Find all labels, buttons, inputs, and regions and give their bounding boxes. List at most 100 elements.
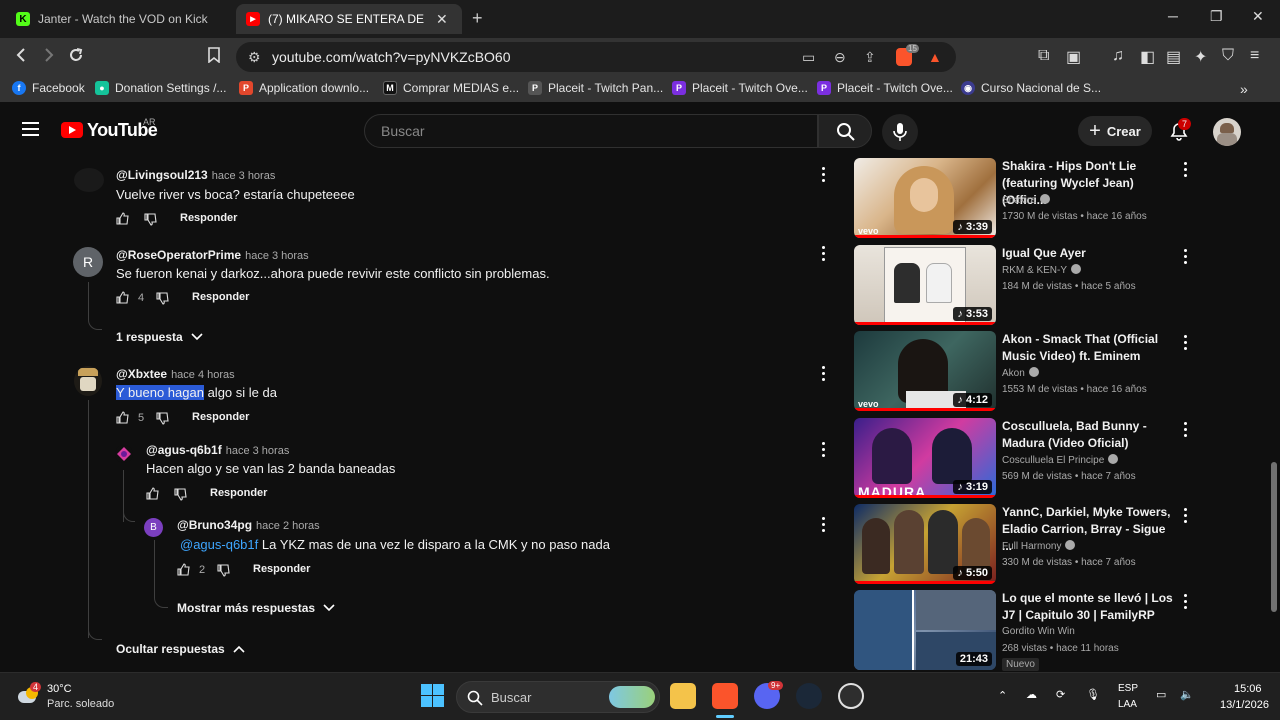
share-icon[interactable]: ⇪ <box>864 49 876 66</box>
comment-menu-icon[interactable] <box>822 167 826 183</box>
reply-author[interactable]: @agus-q6b1f hace 3 horas <box>146 443 289 457</box>
dislike-icon[interactable] <box>174 488 187 501</box>
language-indicator[interactable]: ESP <box>1118 683 1138 694</box>
media-icon[interactable]: ♫ <box>1112 47 1124 65</box>
tab-kick[interactable]: K Janter - Watch the VOD on Kick <box>6 4 232 34</box>
leo-ai-icon[interactable]: ✦ <box>1194 47 1207 67</box>
minimize-icon[interactable]: ─ <box>1168 8 1178 24</box>
wallet-icon[interactable]: ▤ <box>1166 47 1181 67</box>
close-window-icon[interactable]: ✕ <box>1252 8 1264 25</box>
weather-desc[interactable]: Parc. soleado <box>47 698 114 710</box>
microphone-icon[interactable]: 🎙 <box>1086 688 1100 701</box>
dislike-icon[interactable] <box>156 292 169 305</box>
url-text[interactable]: youtube.com/watch?v=pyNVKZcBO60 <box>272 49 511 65</box>
close-tab-icon[interactable]: ✕ <box>436 11 448 28</box>
video-title[interactable]: Akon - Smack That (Official Music Video)… <box>1002 331 1174 365</box>
video-menu-icon[interactable] <box>1184 508 1188 524</box>
related-video[interactable]: ♪ 3:53 Igual Que Ayer RKM & KEN-Y 184 M … <box>854 245 1187 325</box>
site-info-icon[interactable]: ⚙ <box>248 49 261 66</box>
bookmark-item[interactable]: ◉ Curso Nacional de S... <box>961 81 1101 95</box>
create-button[interactable]: + Crear <box>1078 116 1152 146</box>
vpn-icon[interactable]: ⛉ <box>1222 47 1234 65</box>
back-icon[interactable] <box>14 47 28 68</box>
related-video[interactable]: vevo ♪ 3:39 Shakira - Hips Don't Lie (fe… <box>854 158 1187 238</box>
extensions-icon[interactable]: ⧉ <box>1038 47 1049 65</box>
dislike-icon[interactable] <box>144 213 157 226</box>
bookmark-item[interactable]: f Facebook <box>12 81 85 95</box>
comment-author[interactable]: @RoseOperatorPrime hace 3 horas <box>116 248 309 262</box>
reply-menu-icon[interactable] <box>822 517 826 533</box>
reply-button[interactable]: Responder <box>210 487 267 499</box>
video-title[interactable]: Lo que el monte se llevó | Los J7 | Capi… <box>1002 590 1174 624</box>
bookmark-item[interactable]: P Placeit - Twitch Pan... <box>528 81 663 95</box>
address-bar[interactable]: ⚙ youtube.com/watch?v=pyNVKZcBO60 ▭ ⊖ ⇪ … <box>236 42 956 72</box>
video-menu-icon[interactable] <box>1184 162 1188 178</box>
bookmark-item[interactable]: P Placeit - Twitch Ove... <box>817 81 953 95</box>
video-thumbnail[interactable]: 21:43 <box>854 590 996 670</box>
comment-author[interactable]: @Xbxtee hace 4 horas <box>116 367 235 381</box>
tab-youtube[interactable]: ▶ (7) MIKARO SE ENTERA DE LAS C ✕ <box>236 4 462 34</box>
new-tab-button[interactable]: + <box>472 8 483 29</box>
volume-icon[interactable]: 🔈 <box>1180 688 1194 701</box>
weather-temp[interactable]: 30°C <box>47 683 72 695</box>
channel-name[interactable]: Akon <box>1002 367 1039 379</box>
comment-menu-icon[interactable] <box>822 366 826 382</box>
related-video[interactable]: vevo ♪ 4:12 Akon - Smack That (Official … <box>854 331 1187 411</box>
account-avatar[interactable] <box>1213 118 1241 146</box>
cast-icon[interactable]: ▭ <box>802 49 815 66</box>
video-menu-icon[interactable] <box>1184 422 1188 438</box>
video-thumbnail[interactable]: MADURA ♪ 3:19 <box>854 418 996 498</box>
sidebar-icon[interactable]: ◧ <box>1140 47 1155 67</box>
network-icon[interactable]: ▭ <box>1156 688 1166 701</box>
app-icon[interactable] <box>838 683 864 709</box>
channel-name[interactable]: Shakira <box>1002 194 1050 206</box>
related-video[interactable]: 21:43 Lo que el monte se llevó | Los J7 … <box>854 590 1187 671</box>
brave-rewards-icon[interactable]: ▲ <box>928 49 942 65</box>
guide-menu-icon[interactable] <box>22 122 39 136</box>
bookmark-item[interactable]: P Placeit - Twitch Ove... <box>672 81 808 95</box>
video-thumbnail[interactable]: ♪ 3:53 <box>854 245 996 325</box>
like-button[interactable]: 5 <box>116 411 144 424</box>
like-icon[interactable] <box>146 487 159 500</box>
show-more-replies-button[interactable]: Mostrar más respuestas <box>177 601 335 615</box>
screenshot-icon[interactable]: ▣ <box>1066 47 1081 67</box>
avatar[interactable] <box>74 168 104 192</box>
reply-button[interactable]: Responder <box>192 411 249 423</box>
keyboard-layout[interactable]: LAA <box>1118 699 1137 710</box>
like-button[interactable]: 2 <box>177 563 205 576</box>
avatar[interactable] <box>74 366 102 396</box>
related-video[interactable]: MADURA ♪ 3:19 Cosculluela, Bad Bunny - M… <box>854 418 1187 498</box>
video-thumbnail[interactable]: vevo ♪ 4:12 <box>854 331 996 411</box>
channel-name[interactable]: RKM & KEN-Y <box>1002 264 1082 276</box>
steam-icon[interactable] <box>796 683 822 709</box>
replies-toggle[interactable]: 1 respuesta <box>116 330 203 344</box>
chevron-up-icon[interactable]: ⌃ <box>998 689 1007 702</box>
hide-replies-button[interactable]: Ocultar respuestas <box>116 642 245 656</box>
video-thumbnail[interactable]: vevo ♪ 3:39 <box>854 158 996 238</box>
brave-browser-icon[interactable] <box>712 683 738 709</box>
video-menu-icon[interactable] <box>1184 335 1188 351</box>
video-thumbnail[interactable]: ♪ 5:50 <box>854 504 996 584</box>
voice-search-button[interactable] <box>882 114 918 150</box>
channel-name[interactable]: Cosculluela El Principe <box>1002 454 1119 466</box>
bookmark-item[interactable]: ● Donation Settings /... <box>95 81 226 95</box>
onedrive-icon[interactable]: ☁ <box>1026 688 1037 701</box>
bookmark-item[interactable]: M Comprar MEDIAS e... <box>383 81 519 95</box>
avatar[interactable]: R <box>73 247 103 277</box>
like-icon[interactable] <box>116 212 129 225</box>
avatar[interactable]: B <box>144 518 163 537</box>
reply-author[interactable]: @Bruno34pg hace 2 horas <box>177 518 320 532</box>
avatar[interactable] <box>115 445 133 463</box>
like-button[interactable]: 4 <box>116 291 144 304</box>
search-button[interactable] <box>818 114 872 148</box>
clock-date[interactable]: 13/1/2026 <box>1220 699 1269 711</box>
taskbar-search[interactable]: Buscar <box>456 681 660 713</box>
video-title[interactable]: Cosculluela, Bad Bunny - Madura (Video O… <box>1002 418 1174 452</box>
reply-button[interactable]: Responder <box>253 563 310 575</box>
dislike-icon[interactable] <box>217 564 230 577</box>
clock-time[interactable]: 15:06 <box>1234 683 1262 695</box>
scrollbar-thumb[interactable] <box>1271 462 1277 612</box>
forward-icon[interactable] <box>42 47 56 68</box>
channel-name[interactable]: Gordito Win Win <box>1002 626 1075 637</box>
menu-icon[interactable]: ≡ <box>1250 47 1259 65</box>
